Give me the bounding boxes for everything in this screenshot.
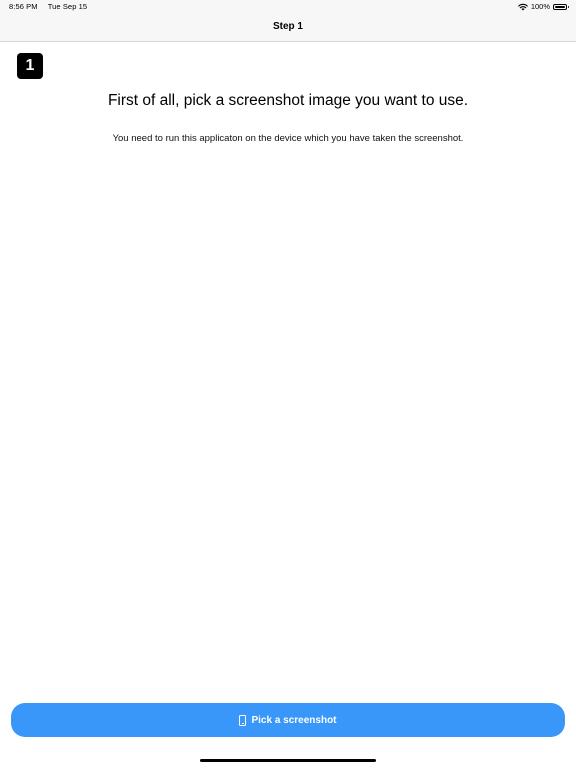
top-bar: 8:56 PM Tue Sep 15 100% Step 1 — [0, 0, 576, 42]
status-date: Tue Sep 15 — [47, 2, 88, 11]
pick-screenshot-button[interactable]: Pick a screenshot — [11, 703, 565, 737]
instruction-text: You need to run this applicaton on the d… — [112, 133, 464, 144]
status-bar-left: 8:56 PM Tue Sep 15 — [9, 2, 95, 11]
battery-percentage: 100% — [530, 2, 550, 11]
home-indicator — [200, 759, 376, 762]
battery-icon — [553, 3, 569, 10]
nav-title: Step 1 — [272, 21, 303, 32]
phone-icon — [239, 714, 247, 726]
status-bar-right: 100% — [518, 2, 569, 11]
pick-screenshot-label: Pick a screenshot — [251, 714, 337, 726]
page-headline: First of all, pick a screenshot image yo… — [107, 92, 469, 109]
wifi-icon — [518, 3, 528, 10]
step-number-badge: 1 — [17, 53, 43, 79]
status-time: 8:56 PM — [9, 2, 38, 11]
